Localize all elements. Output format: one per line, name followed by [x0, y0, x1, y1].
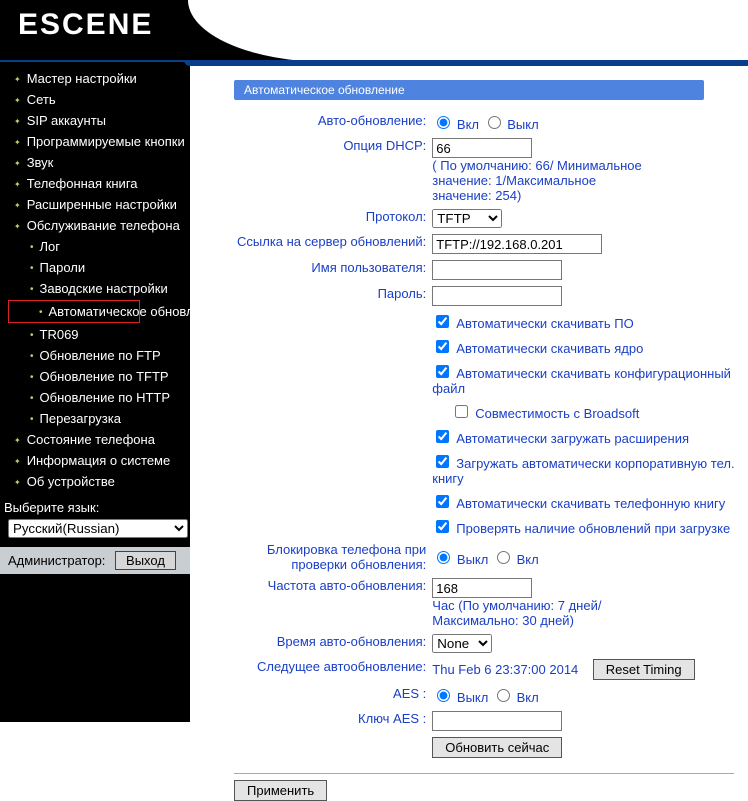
lock-off-radio[interactable]: [437, 551, 450, 564]
nav-tftp-update[interactable]: Обновление по TFTP: [0, 366, 190, 387]
lock-label: Блокировка телефона при проверки обновле…: [234, 539, 429, 575]
nav-advanced[interactable]: Расширенные настройки: [0, 194, 190, 215]
nav-reboot[interactable]: Перезагрузка: [0, 408, 190, 429]
aes-label: AES :: [234, 683, 429, 708]
nav-passwords[interactable]: Пароли: [0, 257, 190, 278]
nav-phone-status[interactable]: Состояние телефона: [0, 429, 190, 450]
cb-software-label: Автоматически скачивать ПО: [456, 316, 633, 331]
user-label: Имя пользователя:: [234, 257, 429, 283]
aes-key-input[interactable]: [432, 711, 562, 731]
nav-tr069[interactable]: TR069: [0, 324, 190, 345]
auto-update-on-label: Вкл: [457, 117, 479, 132]
aes-off-radio[interactable]: [437, 689, 450, 702]
cb-check-on-boot-label: Проверять наличие обновлений при загрузк…: [456, 521, 730, 536]
sidebar: Мастер настройки Сеть SIP аккаунты Прогр…: [0, 62, 190, 722]
freq-hint: Час (По умолчанию: 7 дней/ Максимально: …: [432, 598, 642, 628]
cb-kernel[interactable]: [436, 340, 449, 353]
cb-config[interactable]: [436, 365, 449, 378]
aes-on-label: Вкл: [517, 690, 539, 705]
nav-prog-keys[interactable]: Программируемые кнопки: [0, 131, 190, 152]
dhcp-hint: ( По умолчанию: 66/ Минимальное значение…: [432, 158, 642, 203]
cb-extensions-label: Автоматически загружать расширения: [456, 431, 689, 446]
main-content: Автоматическое обновление Авто-обновлени…: [190, 62, 748, 801]
pass-label: Пароль:: [234, 283, 429, 309]
update-now-button[interactable]: Обновить сейчас: [432, 737, 562, 758]
cb-kernel-label: Автоматически скачивать ядро: [456, 341, 643, 356]
admin-label: Администратор:: [8, 553, 105, 568]
logout-button[interactable]: Выход: [115, 551, 176, 570]
panel-title: Автоматическое обновление: [234, 80, 704, 100]
cb-software[interactable]: [436, 315, 449, 328]
nav-factory[interactable]: Заводские настройки: [0, 278, 190, 299]
aes-on-radio[interactable]: [497, 689, 510, 702]
cb-corporate-book-label: Загружать автоматически корпоративную те…: [432, 456, 734, 486]
freq-label: Частота авто-обновления:: [234, 575, 429, 631]
aes-key-label: Ключ AES :: [234, 708, 429, 734]
auto-update-on-radio[interactable]: [437, 116, 450, 129]
lock-on-radio[interactable]: [497, 551, 510, 564]
next-update-label: Следущее автообновление:: [234, 656, 429, 683]
auto-update-off-label: Выкл: [507, 117, 538, 132]
nav-network[interactable]: Сеть: [0, 89, 190, 110]
nav-log[interactable]: Лог: [0, 236, 190, 257]
cb-phonebook-label: Автоматически скачивать телефонную книгу: [456, 496, 725, 511]
proto-label: Протокол:: [234, 206, 429, 231]
time-select[interactable]: None: [432, 634, 492, 653]
user-input[interactable]: [432, 260, 562, 280]
nav-auto-update[interactable]: Автоматическое обновление: [8, 300, 140, 323]
nav-system-info[interactable]: Информация о системе: [0, 450, 190, 471]
cb-broadsoft-label: Совместимость с Broadsoft: [475, 406, 639, 421]
dhcp-label: Опция DHCP:: [234, 135, 429, 206]
reset-timing-button[interactable]: Reset Timing: [593, 659, 695, 680]
nav-wizard[interactable]: Мастер настройки: [0, 68, 190, 89]
freq-input[interactable]: [432, 578, 532, 598]
cb-config-label: Автоматически скачивать конфигурационный…: [432, 366, 731, 396]
server-label: Ссылка на сервер обновлений:: [234, 231, 429, 257]
lock-on-label: Вкл: [517, 552, 539, 567]
cb-phonebook[interactable]: [436, 495, 449, 508]
language-select[interactable]: Русский(Russian): [8, 519, 188, 538]
nav-sound[interactable]: Звук: [0, 152, 190, 173]
aes-off-label: Выкл: [457, 690, 488, 705]
cb-extensions[interactable]: [436, 430, 449, 443]
auto-update-label: Авто-обновление:: [234, 110, 429, 135]
lock-off-label: Выкл: [457, 552, 488, 567]
nav-ftp-update[interactable]: Обновление по FTP: [0, 345, 190, 366]
proto-select[interactable]: TFTP: [432, 209, 502, 228]
nav-maintenance[interactable]: Обслуживание телефона: [0, 215, 190, 236]
next-update-value: Thu Feb 6 23:37:00 2014: [432, 662, 578, 677]
header-swoosh: [188, 0, 748, 62]
pass-input[interactable]: [432, 286, 562, 306]
brand-logo: ESCENE: [18, 8, 153, 42]
nav-http-update[interactable]: Обновление по HTTP: [0, 387, 190, 408]
language-label: Выберите язык:: [4, 500, 99, 515]
apply-button[interactable]: Применить: [234, 780, 327, 801]
cb-check-on-boot[interactable]: [436, 520, 449, 533]
time-label: Время авто-обновления:: [234, 631, 429, 656]
server-input[interactable]: [432, 234, 602, 254]
auto-update-off-radio[interactable]: [488, 116, 501, 129]
nav-about[interactable]: Об устройстве: [0, 471, 190, 492]
nav-phonebook[interactable]: Телефонная книга: [0, 173, 190, 194]
dhcp-input[interactable]: [432, 138, 532, 158]
nav-sip[interactable]: SIP аккаунты: [0, 110, 190, 131]
cb-broadsoft[interactable]: [455, 405, 468, 418]
cb-corporate-book[interactable]: [436, 455, 449, 468]
